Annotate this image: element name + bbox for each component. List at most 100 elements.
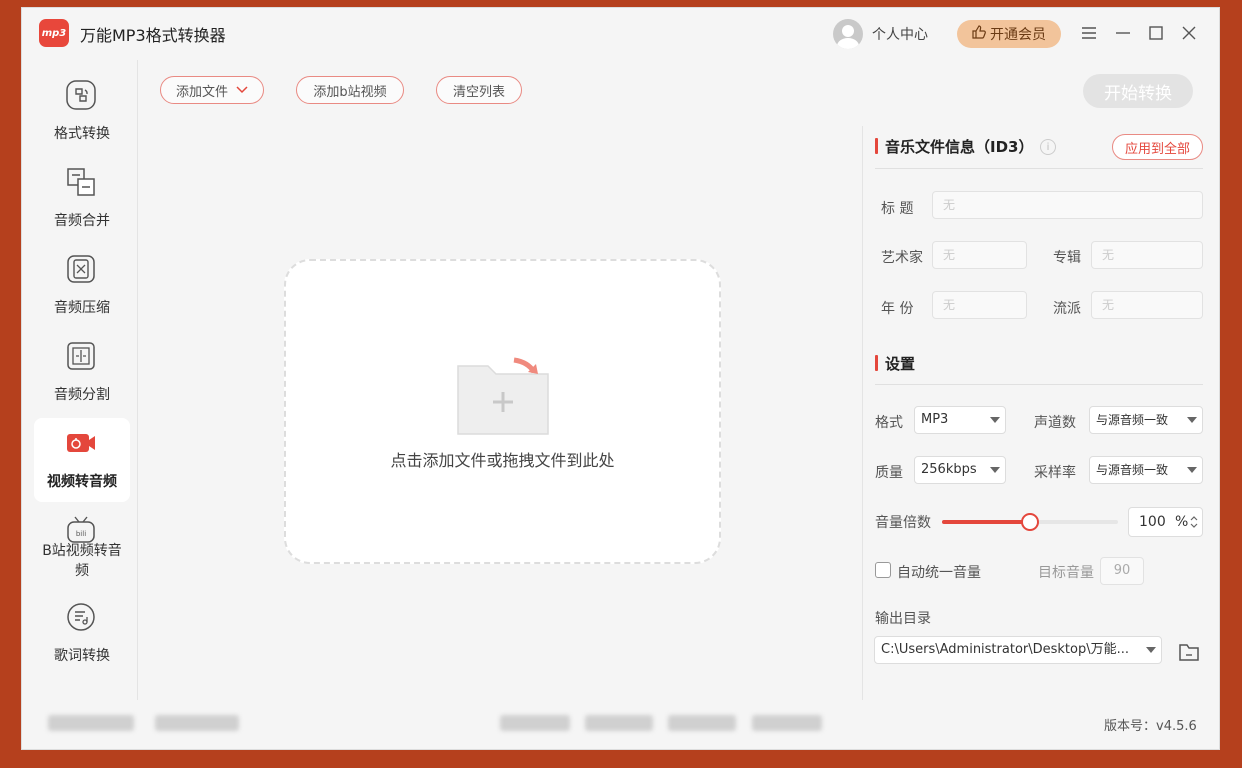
menu-icon[interactable]: [1078, 20, 1100, 46]
add-file-button[interactable]: 添加文件: [160, 76, 264, 104]
volume-unit: %: [1175, 514, 1189, 530]
sidebar-item-audio-merge[interactable]: 音频合并: [34, 157, 130, 241]
add-folder-icon: [457, 357, 549, 435]
maximize-icon[interactable]: [1145, 20, 1167, 46]
footer-obscured: [585, 715, 653, 731]
add-bilibili-button[interactable]: 添加b站视频: [296, 76, 404, 104]
sidebar-item-label: 视频转音频: [47, 474, 117, 490]
channels-label: 声道数: [1034, 415, 1076, 431]
version-label: 版本号：v4.5.6: [1104, 719, 1197, 734]
avatar[interactable]: [833, 19, 863, 49]
drop-zone[interactable]: 点击添加文件或拖拽文件到此处: [284, 259, 721, 564]
close-icon[interactable]: [1178, 20, 1200, 46]
start-convert-button[interactable]: 开始转换: [1083, 74, 1193, 108]
year-field[interactable]: 无: [932, 291, 1027, 319]
volume-slider[interactable]: [942, 513, 1118, 531]
caret-down-icon: [1187, 417, 1197, 423]
footer-obscured: [48, 715, 134, 731]
volume-input[interactable]: 100 %: [1128, 507, 1203, 537]
sidebar-item-lyrics[interactable]: 歌词转换: [34, 592, 130, 676]
sidebar-item-label: 音频分割: [54, 387, 110, 403]
caret-down-icon: [990, 417, 1000, 423]
sidebar-item-audio-compress[interactable]: 音频压缩: [34, 244, 130, 328]
footer-obscured: [752, 715, 822, 731]
drop-zone-text: 点击添加文件或拖拽文件到此处: [390, 451, 615, 470]
divider: [875, 384, 1203, 385]
auto-volume-label: 自动统一音量: [897, 565, 981, 581]
sidebar: 格式转换 音频合并 音频压缩 音频分割 视频转音频 bili B站视频转音频 歌…: [22, 60, 138, 700]
title-label: 标 题: [881, 201, 914, 217]
samplerate-select[interactable]: 与源音频一致: [1089, 456, 1203, 484]
clear-list-button[interactable]: 清空列表: [436, 76, 522, 104]
svg-text:bili: bili: [76, 530, 86, 538]
output-dir-value: C:\Users\Administrator\Desktop\万能...: [881, 642, 1130, 657]
app-title: 万能MP3格式转换器: [80, 26, 226, 45]
artist-label: 艺术家: [881, 250, 923, 266]
sidebar-item-bilibili[interactable]: bili B站视频转音频: [34, 505, 130, 601]
caret-down-icon: [1146, 647, 1156, 653]
year-label: 年 份: [881, 301, 914, 317]
format-select[interactable]: MP3: [914, 406, 1006, 434]
video-to-audio-icon: [67, 434, 95, 452]
open-folder-icon[interactable]: [1178, 641, 1200, 663]
album-field[interactable]: 无: [1091, 241, 1203, 269]
lyrics-icon: [67, 603, 95, 631]
output-dir-select[interactable]: C:\Users\Administrator\Desktop\万能...: [874, 636, 1162, 664]
sidebar-item-audio-split[interactable]: 音频分割: [34, 331, 130, 415]
footer-obscured: [155, 715, 239, 731]
sidebar-item-video-to-audio[interactable]: 视频转音频: [34, 418, 130, 502]
thumbs-up-icon: [972, 25, 986, 43]
format-value: MP3: [921, 412, 949, 427]
sidebar-item-label: 音频合并: [54, 213, 110, 229]
volume-label: 音量倍数: [875, 515, 931, 531]
caret-down-icon: [1187, 467, 1197, 473]
artist-field[interactable]: 无: [932, 241, 1027, 269]
genre-field[interactable]: 无: [1091, 291, 1203, 319]
footer-obscured: [500, 715, 570, 731]
app-logo-icon: mp3: [39, 19, 69, 47]
caret-down-icon: [990, 467, 1000, 473]
info-icon[interactable]: i: [1040, 139, 1056, 155]
sidebar-item-label: 格式转换: [54, 126, 110, 142]
target-volume-input[interactable]: 90: [1100, 557, 1144, 585]
audio-merge-icon: [67, 168, 95, 196]
title-bar: mp3 万能MP3格式转换器 个人中心 开通会员: [22, 8, 1219, 60]
stepper-icon[interactable]: [1189, 515, 1199, 529]
add-file-label: 添加文件: [175, 84, 228, 100]
user-center-link[interactable]: 个人中心: [872, 24, 928, 44]
samplerate-label: 采样率: [1034, 465, 1076, 481]
format-convert-icon: [66, 80, 96, 110]
id3-section-title: 音乐文件信息（ID3）: [875, 136, 1033, 157]
sidebar-item-label: 音频压缩: [54, 300, 110, 316]
samplerate-value: 与源音频一致: [1096, 463, 1169, 477]
vip-button[interactable]: 开通会员: [957, 20, 1061, 48]
quality-label: 质量: [875, 465, 903, 481]
volume-value: 100: [1139, 514, 1166, 530]
output-dir-label: 输出目录: [875, 611, 931, 627]
audio-compress-icon: [67, 255, 95, 283]
footer-obscured: [668, 715, 736, 731]
volume-slider-fill: [942, 520, 1030, 524]
divider: [875, 168, 1203, 169]
channels-select[interactable]: 与源音频一致: [1089, 406, 1203, 434]
quality-value: 256kbps: [921, 462, 977, 477]
channels-value: 与源音频一致: [1096, 413, 1169, 427]
app-window: mp3 万能MP3格式转换器 个人中心 开通会员 格式转换 音频合并 音频压缩 …: [21, 7, 1220, 750]
apply-all-button[interactable]: 应用到全部: [1112, 134, 1203, 160]
settings-section-title: 设置: [875, 353, 915, 374]
target-volume-label: 目标音量: [1038, 565, 1094, 581]
format-label: 格式: [875, 415, 903, 431]
quality-select[interactable]: 256kbps: [914, 456, 1006, 484]
sidebar-item-format-convert[interactable]: 格式转换: [34, 70, 130, 154]
sidebar-item-label: 歌词转换: [54, 648, 110, 664]
title-field[interactable]: 无: [932, 191, 1203, 219]
panel-divider: [862, 126, 863, 700]
genre-label: 流派: [1053, 301, 1081, 317]
volume-slider-handle[interactable]: [1021, 513, 1039, 531]
vip-label: 开通会员: [990, 27, 1046, 43]
sidebar-item-label: B站视频转音频: [42, 543, 122, 579]
auto-volume-checkbox[interactable]: [875, 562, 891, 578]
audio-split-icon: [67, 342, 95, 370]
album-label: 专辑: [1053, 250, 1081, 266]
minimize-icon[interactable]: [1112, 20, 1134, 46]
